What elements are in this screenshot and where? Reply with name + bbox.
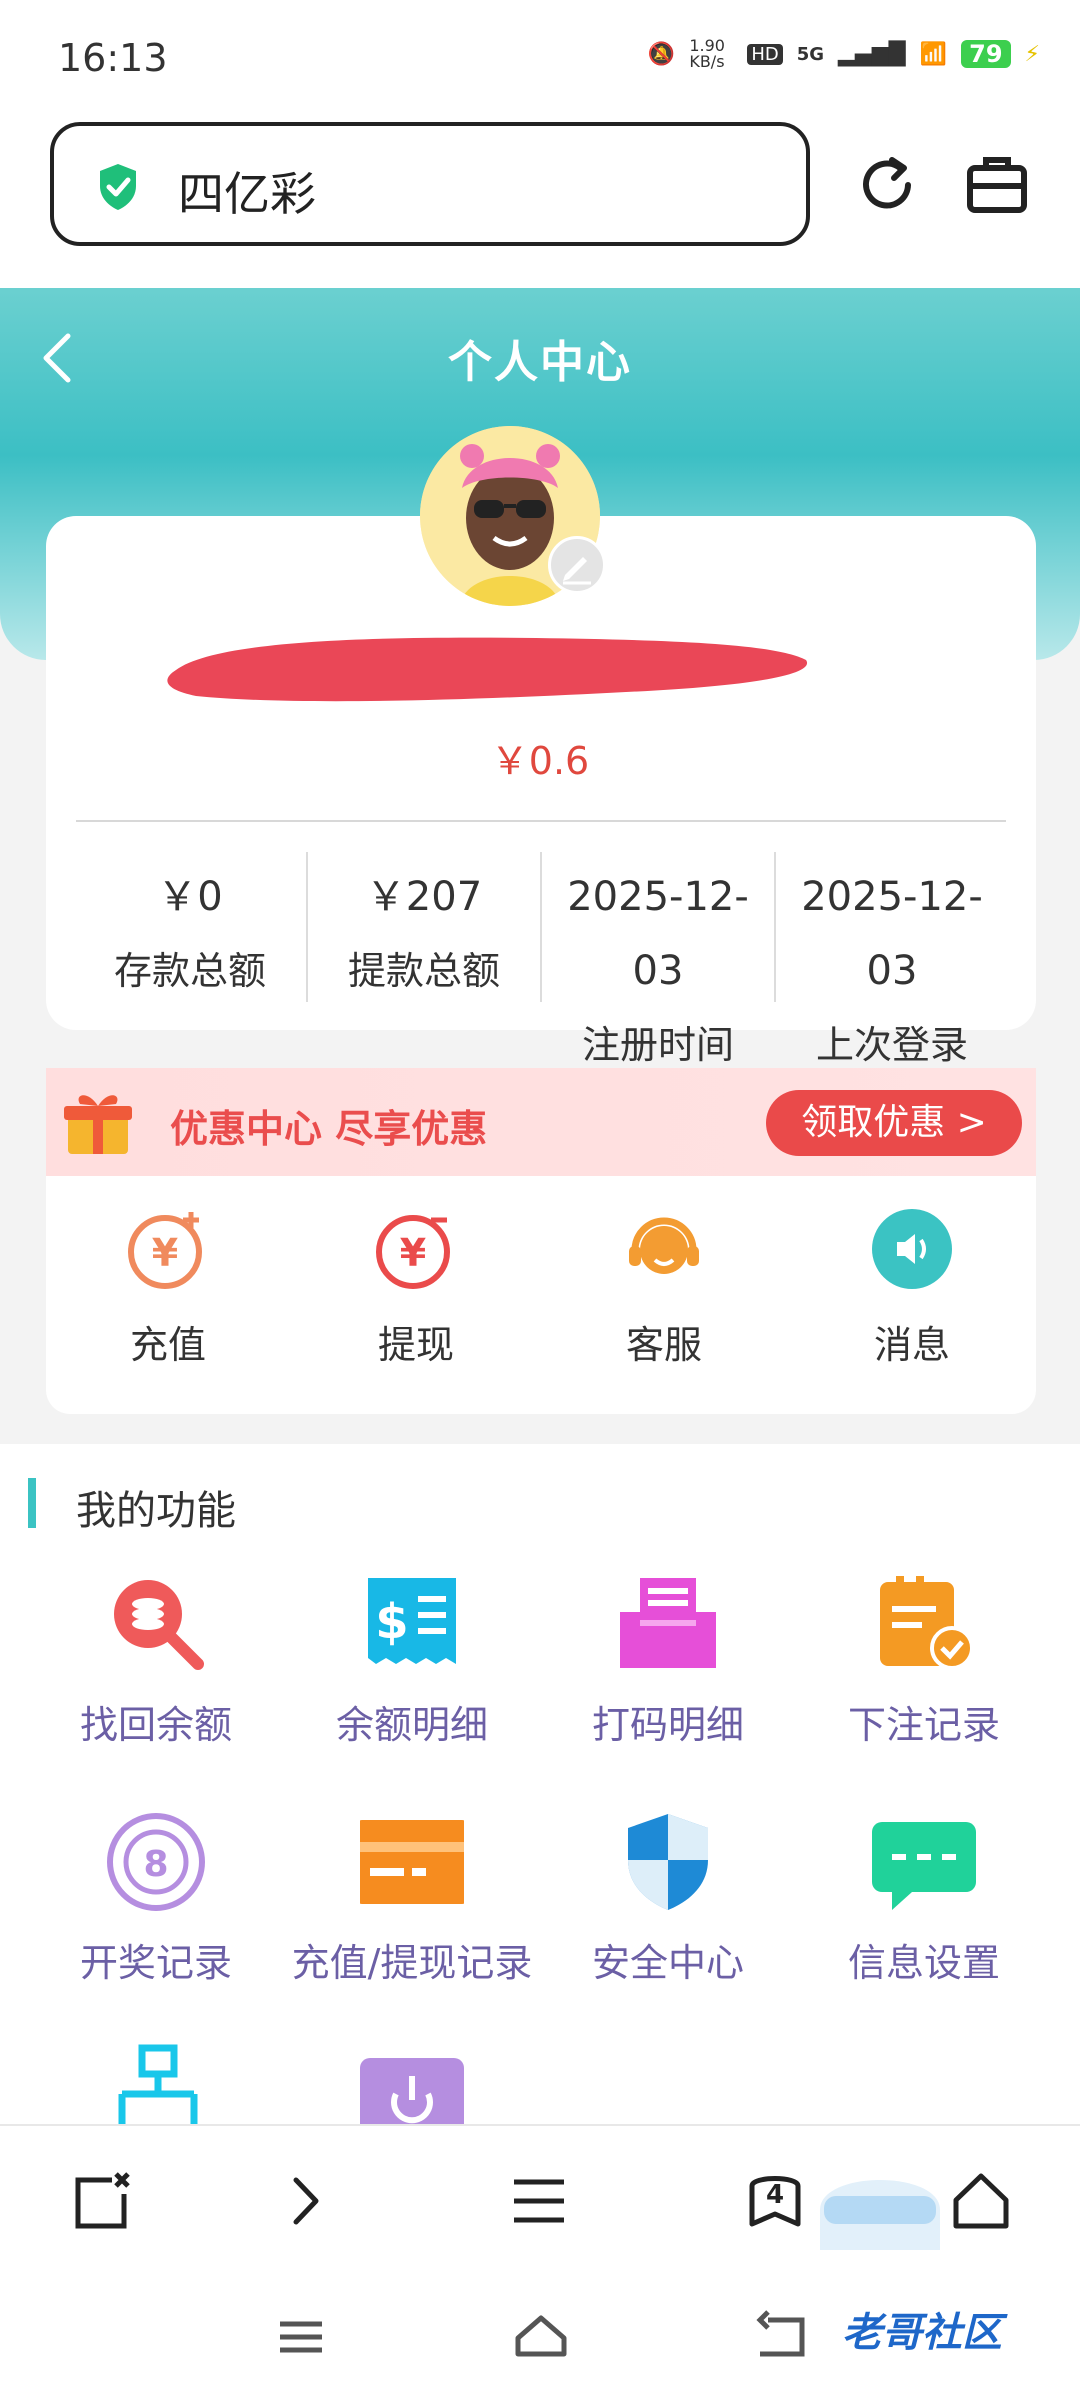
feature-label: 充值/提现记录: [291, 1941, 533, 1985]
network-tree-icon[interactable]: [110, 2044, 206, 2124]
section-accent-bar: [28, 1478, 36, 1528]
feature-label: 信息设置: [847, 1941, 1000, 1985]
stat-deposit: ￥0 存款总额: [74, 860, 306, 1008]
claim-promo-button[interactable]: 领取优惠 >: [766, 1090, 1022, 1156]
stat-label: 提款总额: [347, 949, 500, 993]
feature-bet-code-detail[interactable]: 打码明细: [540, 1572, 796, 1749]
tabs-button[interactable]: 4: [740, 2164, 810, 2234]
toolbox-icon[interactable]: [962, 150, 1032, 220]
feature-label: 找回余额: [79, 1703, 232, 1747]
quick-action-support[interactable]: 客服: [574, 1206, 754, 1369]
svg-text:¥: ¥: [152, 1231, 178, 1275]
close-page-icon[interactable]: [66, 2166, 136, 2236]
card-icon: [356, 1820, 468, 1904]
forward-icon[interactable]: [270, 2166, 340, 2236]
stat-value: ￥207: [365, 874, 483, 920]
pencil-icon: [563, 557, 591, 585]
quick-action-label: 提现: [377, 1323, 454, 1367]
shield-icon: [628, 1814, 708, 1910]
quick-action-label: 客服: [625, 1323, 702, 1367]
receipt-dollar-icon: $: [368, 1578, 456, 1664]
url-bar[interactable]: [50, 122, 810, 246]
clipboard-check-icon: [880, 1576, 974, 1670]
ball-8-icon: 8: [107, 1813, 205, 1911]
system-home-icon[interactable]: [506, 2302, 576, 2372]
charging-icon: ⚡: [1024, 41, 1040, 67]
account-balance: ￥0.6: [490, 739, 590, 783]
quick-action-withdraw[interactable]: ¥ 提现: [326, 1206, 506, 1369]
stat-register-time: 2025-12-03 注册时间: [542, 860, 774, 1082]
secure-shield-icon: [100, 164, 136, 210]
promo-text: 优惠中心 尽享优惠: [170, 1107, 488, 1151]
search-coins-icon: [114, 1580, 204, 1670]
svg-text:¥: ¥: [400, 1231, 426, 1275]
speaker-icon: [872, 1209, 952, 1289]
stat-value: ￥0: [157, 874, 223, 920]
stat-label: 存款总额: [113, 949, 266, 993]
signal-label: 5G: [796, 43, 825, 65]
feature-security-center[interactable]: 安全中心: [540, 1810, 796, 1987]
gift-icon: [64, 1095, 132, 1154]
reload-icon[interactable]: [852, 150, 922, 220]
feature-balance-detail[interactable]: $ 余额明细: [284, 1572, 540, 1749]
wifi-icon: 📶: [919, 41, 948, 67]
quick-action-messages[interactable]: 消息: [822, 1206, 1002, 1369]
stat-last-login: 2025-12-03 上次登录: [776, 860, 1008, 1082]
feature-draw-records[interactable]: 8 开奖记录: [28, 1810, 284, 1987]
page-title: 个人中心: [448, 337, 632, 388]
feature-label: 打码明细: [591, 1703, 744, 1747]
quick-action-label: 消息: [873, 1323, 950, 1367]
status-icons: 🔕 1.90 KB/s HD 5G ▂▄▆█ 📶 79 ⚡: [648, 38, 1040, 70]
stat-value: 2025-12-03: [567, 874, 749, 994]
menu-icon[interactable]: [504, 2166, 574, 2236]
feature-label: 开奖记录: [79, 1941, 232, 1985]
svg-text:$: $: [375, 1594, 408, 1650]
signal-bars-icon: ▂▄▆█: [838, 41, 906, 67]
mute-icon: 🔕: [647, 41, 676, 67]
feature-recharge-withdraw-records[interactable]: 充值/提现记录: [284, 1810, 540, 1987]
edit-avatar-button[interactable]: [548, 536, 606, 594]
chat-icon: [872, 1822, 976, 1910]
power-icon[interactable]: [360, 2058, 464, 2124]
divider: [76, 820, 1006, 822]
url-text[interactable]: 四亿彩: [178, 158, 316, 224]
hd-badge: HD: [747, 43, 783, 65]
headset-icon: [629, 1217, 699, 1274]
watermark-logo: 老哥社区: [842, 2310, 1002, 2356]
feature-label: 下注记录: [847, 1703, 1000, 1747]
status-time: 16:13: [58, 36, 168, 80]
recent-apps-icon[interactable]: [266, 2302, 336, 2372]
feature-recover-balance[interactable]: 找回余额: [28, 1572, 284, 1749]
feature-info-settings[interactable]: 信息设置: [796, 1810, 1052, 1987]
tabs-count: 4: [765, 2180, 785, 2210]
quick-action-label: 充值: [129, 1323, 206, 1367]
battery-level: 79: [961, 40, 1011, 68]
system-back-icon[interactable]: [746, 2302, 816, 2372]
features-section: [0, 1444, 1080, 2124]
feature-label: 余额明细: [335, 1703, 488, 1747]
features-title: 我的功能: [76, 1488, 236, 1534]
home-icon[interactable]: [946, 2166, 1016, 2236]
stat-value: 2025-12-03: [801, 874, 983, 994]
feature-bet-records[interactable]: 下注记录: [796, 1572, 1052, 1749]
recharge-yen-icon: ¥: [128, 1212, 202, 1289]
feature-label: 安全中心: [591, 1941, 744, 1985]
printer-icon: [620, 1578, 716, 1668]
withdraw-yen-icon: ¥: [376, 1215, 450, 1289]
overlay-goggles-icon: [820, 2180, 940, 2250]
redacted-username: [167, 637, 808, 702]
svg-text:8: 8: [143, 1844, 168, 1885]
quick-action-recharge[interactable]: ¥ 充值: [78, 1206, 258, 1369]
net-speed: 1.90 KB/s: [689, 36, 725, 71]
stat-withdraw: ￥207 提款总额: [308, 860, 540, 1008]
